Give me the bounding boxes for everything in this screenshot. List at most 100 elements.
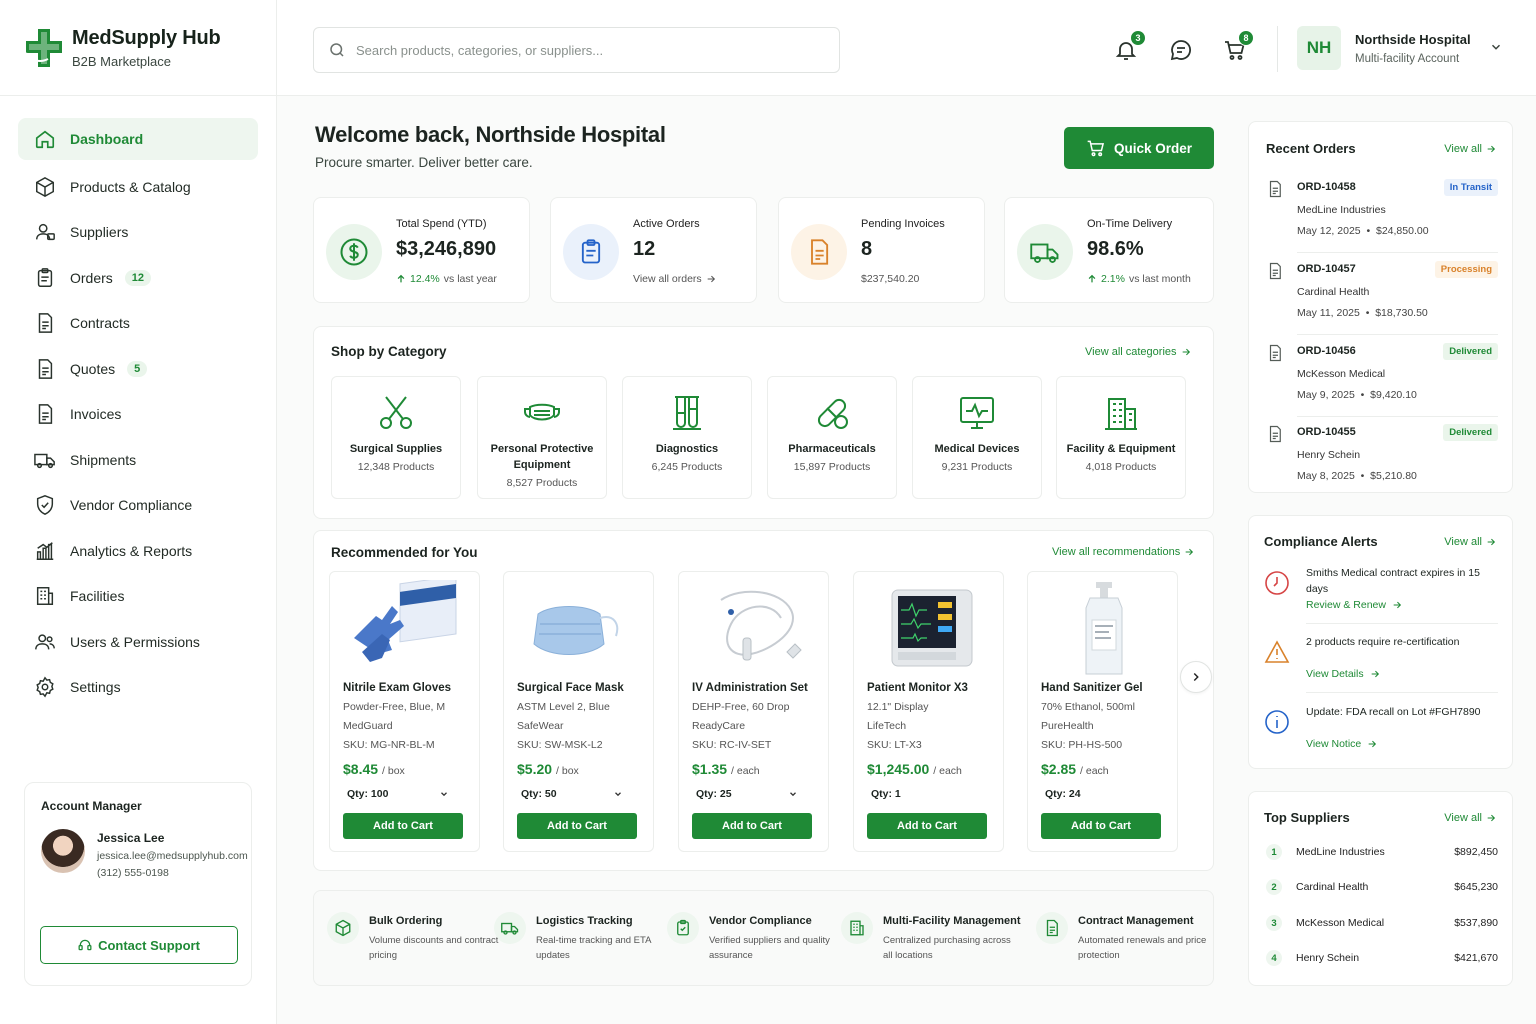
- supplier-row[interactable]: 2 Cardinal Health $645,230: [1266, 877, 1498, 897]
- category-pharmaceuticals[interactable]: Pharmaceuticals 15,897 Products: [767, 376, 897, 499]
- feature-desc: Verified suppliers and quality assurance: [709, 935, 830, 961]
- category-ppe[interactable]: Personal Protective Equipment 8,527 Prod…: [477, 376, 607, 499]
- status-badge: Delivered: [1443, 424, 1498, 441]
- view-all-orders-link[interactable]: View all orders: [633, 273, 716, 285]
- product-card-nitrile-gloves[interactable]: Nitrile Exam Gloves Powder-Free, Blue, M…: [329, 571, 480, 852]
- category-surgical-supplies[interactable]: Surgical Supplies 12,348 Products: [331, 376, 461, 499]
- sidebar-item-facilities[interactable]: Facilities: [18, 574, 258, 620]
- sidebar-item-products[interactable]: Products & Catalog: [18, 164, 258, 210]
- stat-card-pending-invoices: Pending Invoices 8 $237,540.20: [778, 197, 985, 303]
- page-title: Welcome back, Northside Hospital: [315, 122, 666, 147]
- sidebar-item-invoices[interactable]: Invoices: [18, 392, 258, 438]
- account-manager-email[interactable]: jessica.lee@medsupplyhub.com: [97, 850, 248, 862]
- clock-alert-icon: [1265, 571, 1289, 595]
- divider: [1297, 252, 1498, 253]
- sidebar-item-vendor-compliance[interactable]: Vendor Compliance: [18, 483, 258, 529]
- top-suppliers-view-all-link[interactable]: View all: [1444, 812, 1496, 824]
- sidebar-item-label: Users & Permissions: [70, 633, 200, 650]
- product-card-iv-set[interactable]: IV Administration Set DEHP-Free, 60 Drop…: [678, 571, 829, 852]
- product-price: $2.85/ each: [1041, 761, 1109, 777]
- add-to-cart-button[interactable]: Add to Cart: [867, 813, 987, 839]
- category-count: 4,018 Products: [1085, 461, 1157, 473]
- view-all-recommendations-link[interactable]: View all recommendations: [1052, 546, 1194, 558]
- order-id: ORD-10456: [1297, 345, 1356, 357]
- view-details-link[interactable]: View Details: [1306, 668, 1380, 680]
- feature-icon-circle: [327, 912, 359, 944]
- view-notice-link[interactable]: View Notice: [1306, 738, 1377, 750]
- view-all-label: View all: [1444, 812, 1482, 824]
- product-card-hand-sanitizer[interactable]: Hand Sanitizer Gel 70% Ethanol, 500ml Pu…: [1027, 571, 1178, 852]
- medical-cross-logo-icon: [25, 28, 62, 67]
- product-card-surgical-mask[interactable]: Surgical Face Mask ASTM Level 2, Blue Sa…: [503, 571, 654, 852]
- sidebar-item-analytics[interactable]: Analytics & Reports: [18, 528, 258, 574]
- product-card-patient-monitor[interactable]: Patient Monitor X3 12.1" Display LifeTec…: [853, 571, 1004, 852]
- order-id: ORD-10457: [1297, 263, 1356, 275]
- search-icon: [330, 43, 344, 57]
- sidebar-item-quotes[interactable]: Quotes 5: [18, 346, 258, 392]
- recent-orders-view-all-link[interactable]: View all: [1444, 143, 1496, 155]
- supplier-row[interactable]: 4 Henry Schein $421,670: [1266, 948, 1498, 968]
- category-facility-equipment[interactable]: Facility & Equipment 4,018 Products: [1056, 376, 1186, 499]
- search-input[interactable]: [356, 42, 816, 58]
- chevron-down-icon[interactable]: [1489, 40, 1503, 54]
- org-name[interactable]: Northside Hospital: [1355, 32, 1471, 47]
- sidebar-item-shipments[interactable]: Shipments: [18, 437, 258, 483]
- quantity-select[interactable]: Qty: 1: [867, 784, 977, 804]
- document-icon: [1269, 180, 1281, 198]
- product-vendor: MedGuard: [343, 720, 393, 732]
- quick-order-button[interactable]: Quick Order: [1064, 127, 1214, 169]
- supplier-row[interactable]: 3 McKesson Medical $537,890: [1266, 913, 1498, 933]
- recent-orders-panel: Recent Orders View all ORD-10458 In Tran…: [1248, 121, 1513, 493]
- face-mask-product-image: [533, 606, 619, 655]
- shield-icon: [36, 495, 54, 516]
- home-icon: [35, 130, 55, 149]
- order-row[interactable]: ORD-10457 Processing Cardinal Health May…: [1266, 261, 1498, 343]
- add-to-cart-button[interactable]: Add to Cart: [692, 813, 812, 839]
- product-name: Hand Sanitizer Gel: [1041, 682, 1143, 694]
- sidebar-item-users[interactable]: Users & Permissions: [18, 619, 258, 665]
- category-medical-devices[interactable]: Medical Devices 9,231 Products: [912, 376, 1042, 499]
- add-to-cart-button[interactable]: Add to Cart: [517, 813, 637, 839]
- quantity-value: Qty: 1: [871, 788, 901, 800]
- order-row[interactable]: ORD-10456 Delivered McKesson Medical May…: [1266, 343, 1498, 425]
- search-bar[interactable]: [313, 27, 840, 73]
- supplier-row[interactable]: 1 MedLine Industries $892,450: [1266, 842, 1498, 862]
- add-to-cart-button[interactable]: Add to Cart: [343, 813, 463, 839]
- feature-title: Bulk Ordering: [369, 915, 443, 927]
- sidebar-item-settings[interactable]: Settings: [18, 665, 258, 711]
- sidebar-item-label: Products & Catalog: [70, 178, 191, 195]
- org-avatar[interactable]: NH: [1297, 26, 1341, 70]
- view-all-orders-label: View all orders: [633, 273, 702, 285]
- chat-icon[interactable]: [1169, 38, 1193, 62]
- category-name: Pharmaceuticals: [788, 443, 876, 455]
- product-vendor: PureHealth: [1041, 720, 1094, 732]
- product-price: $1.35/ each: [692, 761, 760, 777]
- review-renew-link[interactable]: Review & Renew: [1306, 599, 1402, 611]
- sidebar-item-label: Shipments: [70, 451, 137, 468]
- carousel-next-button[interactable]: [1180, 661, 1212, 693]
- arrow-right-icon: [707, 275, 715, 283]
- compliance-alerts-panel: Compliance Alerts View all Smiths Medica…: [1248, 515, 1513, 769]
- view-all-categories-link[interactable]: View all categories: [1085, 346, 1191, 358]
- compliance-view-all-link[interactable]: View all: [1444, 536, 1496, 548]
- order-row[interactable]: ORD-10458 In Transit MedLine Industries …: [1266, 179, 1498, 261]
- invoice-icon: [811, 239, 829, 265]
- quantity-select[interactable]: Qty: 24: [1041, 784, 1151, 804]
- brand[interactable]: MedSupply Hub B2B Marketplace: [0, 0, 276, 96]
- quantity-select[interactable]: Qty: 25: [692, 784, 802, 804]
- quantity-value: Qty: 25: [696, 788, 732, 800]
- sidebar-item-contracts[interactable]: Contracts: [18, 301, 258, 347]
- sidebar-item-orders[interactable]: Orders 12: [18, 255, 258, 301]
- quantity-select[interactable]: Qty: 50: [517, 784, 627, 804]
- contact-support-button[interactable]: Contact Support: [40, 926, 238, 964]
- add-to-cart-button[interactable]: Add to Cart: [1041, 813, 1161, 839]
- product-sku: SKU: PH-HS-500: [1041, 739, 1123, 751]
- order-row[interactable]: ORD-10455 Delivered Henry Schein May 8, …: [1266, 424, 1498, 506]
- hand-sanitizer-product-image: [1085, 582, 1123, 675]
- sidebar-item-label: Vendor Compliance: [70, 497, 193, 514]
- sidebar-item-dashboard[interactable]: Dashboard: [18, 118, 258, 160]
- product-spec: Powder-Free, Blue, M: [343, 701, 446, 713]
- quantity-select[interactable]: Qty: 100: [343, 784, 453, 804]
- category-diagnostics[interactable]: Diagnostics 6,245 Products: [622, 376, 752, 499]
- sidebar-item-suppliers[interactable]: Suppliers: [18, 210, 258, 256]
